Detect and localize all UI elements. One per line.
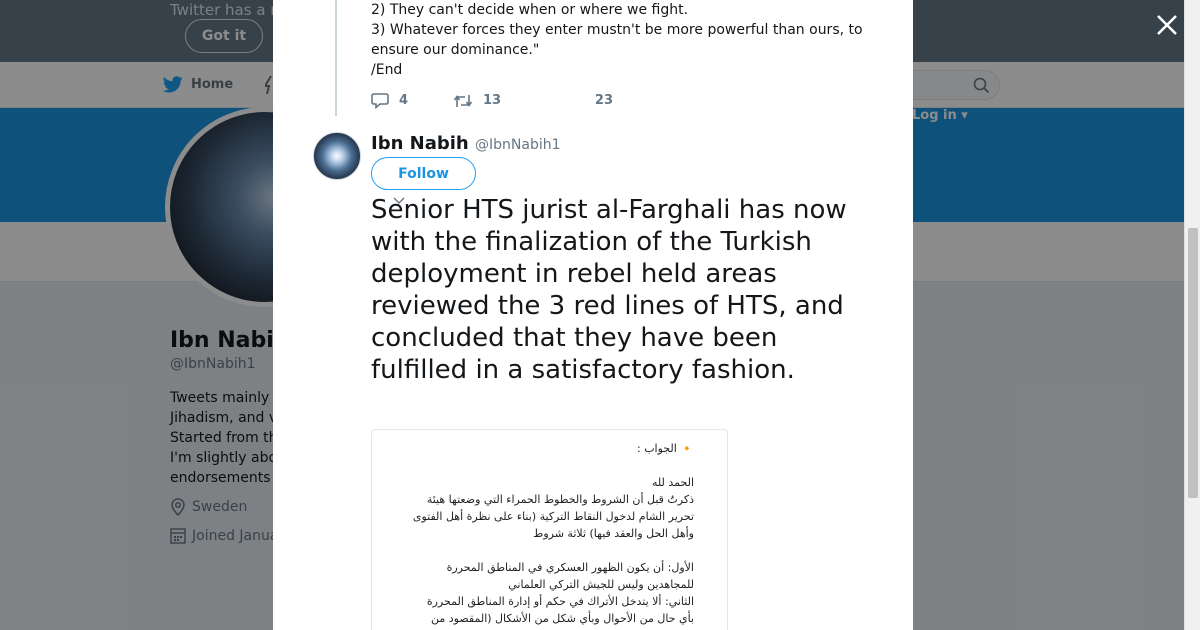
tweet-image-attachment[interactable]: 🔸 الجواب : الحمد لله ذكرتُ قبل أن الشروط… <box>371 429 728 630</box>
author-avatar[interactable] <box>313 132 361 180</box>
tweet-permalink-modal: 2) They can't decide when or where we fi… <box>273 0 913 630</box>
previous-tweet-text: 2) They can't decide when or where we fi… <box>371 0 863 80</box>
previous-tweet-line: 3) Whatever forces they enter mustn't be… <box>371 22 863 38</box>
author-name[interactable]: Ibn Nabih <box>371 133 469 154</box>
retweet-count: 13 <box>483 93 502 108</box>
tweet-actions: 4 13 23 <box>371 92 613 109</box>
image-text-line: ذكرتُ قبل أن الشروط والخطوط الحمراء التي… <box>426 493 694 506</box>
follow-button[interactable]: Follow <box>371 157 476 190</box>
retweet-button[interactable]: 13 <box>453 93 553 109</box>
close-icon[interactable] <box>1154 12 1180 38</box>
image-text-line: وأهل الحل والعقد فيها) ثلاثة شروط <box>533 527 694 540</box>
reply-button[interactable]: 4 <box>371 92 453 109</box>
image-text-line: الأول: أن يكون الظهور العسكري في المناطق… <box>446 561 694 574</box>
previous-tweet-line: 2) They can't decide when or where we fi… <box>371 2 689 18</box>
image-text-line: الحمد لله <box>651 476 694 489</box>
previous-tweet-line: ensure our dominance." <box>371 42 540 58</box>
reply-icon <box>371 93 389 109</box>
retweet-icon <box>453 94 473 107</box>
like-count: 23 <box>594 93 613 108</box>
author-handle[interactable]: @IbnNabih1 <box>475 137 561 153</box>
conversation-thread-line <box>335 0 337 116</box>
tweet-text: Senior HTS jurist al-Farghali has now wi… <box>371 195 847 385</box>
image-text-line: بأي حال من الأحوال وبأي شكل من الأشكال (… <box>431 612 694 625</box>
image-text-line: للمجاهدين وليس للجيش التركي العلماني <box>508 578 694 591</box>
image-text-line <box>394 457 694 474</box>
previous-tweet-line: /End <box>371 62 403 78</box>
page-scrollbar[interactable] <box>1184 0 1200 630</box>
image-text-line <box>394 542 694 559</box>
reply-count: 4 <box>399 93 409 108</box>
image-arabic-text: 🔸 الجواب : الحمد لله ذكرتُ قبل أن الشروط… <box>394 440 694 627</box>
scrollbar-thumb[interactable] <box>1188 228 1198 498</box>
like-button[interactable]: 23 <box>553 93 613 108</box>
image-text-line: الثاني: ألا يتدخل الأتراك في حكم أو إدار… <box>426 595 694 608</box>
image-text-line: 🔸 الجواب : <box>637 442 694 455</box>
chevron-down-icon[interactable] <box>392 196 406 206</box>
image-text-line: تحرير الشام لدخول النقاط التركية (بناء ع… <box>412 510 694 523</box>
